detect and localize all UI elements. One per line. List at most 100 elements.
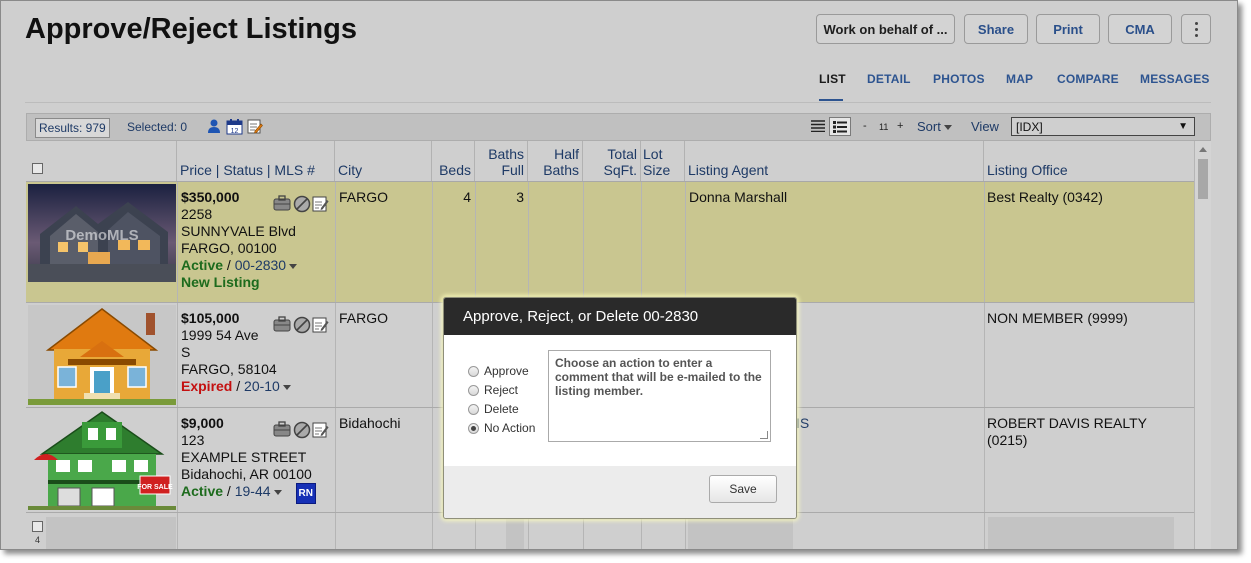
grid-view-button[interactable] bbox=[829, 117, 851, 136]
house-illustration-image bbox=[28, 305, 176, 405]
scroll-up-icon[interactable] bbox=[1199, 147, 1207, 152]
page-size-increase[interactable]: + bbox=[897, 120, 903, 132]
tab-messages[interactable]: MESSAGES bbox=[1140, 72, 1210, 86]
chevron-down-icon[interactable] bbox=[289, 263, 298, 269]
sort-label: Sort bbox=[917, 119, 941, 134]
lot-size-column-header[interactable]: Lot Size bbox=[641, 141, 685, 181]
reject-option[interactable]: Reject bbox=[468, 383, 518, 397]
select-column-header bbox=[26, 141, 177, 181]
approve-option[interactable]: Approve bbox=[468, 364, 529, 378]
user-icon[interactable] bbox=[207, 118, 221, 134]
row-number: 4 bbox=[35, 535, 41, 545]
tab-map[interactable]: MAP bbox=[1006, 72, 1033, 86]
dropdown-arrow-icon: ▼ bbox=[1178, 121, 1188, 132]
chevron-down-icon bbox=[943, 125, 952, 131]
approve-reject-dialog: Approve, Reject, or Delete 00-2830 Appro… bbox=[443, 297, 797, 519]
reject-circle-icon[interactable] bbox=[293, 195, 311, 213]
briefcase-icon[interactable] bbox=[273, 421, 291, 437]
edit-icon[interactable] bbox=[312, 422, 329, 438]
no-action-radio[interactable] bbox=[468, 422, 479, 434]
chevron-down-icon[interactable] bbox=[273, 489, 282, 495]
mls-number[interactable]: 20-10 bbox=[244, 378, 280, 394]
row-actions bbox=[273, 314, 333, 339]
page-title: Approve/Reject Listings bbox=[25, 13, 357, 45]
more-vertical-icon bbox=[1194, 21, 1198, 37]
listing-office-column-header[interactable]: Listing Office bbox=[984, 141, 1194, 181]
share-button[interactable]: Share bbox=[964, 14, 1028, 44]
listing-agent-cell[interactable]: IS bbox=[796, 415, 809, 431]
house-illustration-image: FOR SALE bbox=[28, 410, 176, 510]
photo-watermark: DemoMLS bbox=[65, 227, 138, 244]
baths-cell: 3 bbox=[516, 189, 524, 205]
cma-button[interactable]: CMA bbox=[1108, 14, 1172, 44]
row-actions bbox=[273, 419, 333, 444]
svg-text:12: 12 bbox=[231, 128, 239, 135]
price-column-header[interactable]: Price | Status | MLS # bbox=[177, 141, 335, 181]
app-window: Approve/Reject Listings Work on behalf o… bbox=[0, 0, 1238, 550]
city-cell: Bidahochi bbox=[339, 415, 401, 431]
view-select[interactable]: [IDX] ▼ bbox=[1011, 117, 1195, 136]
results-toolbar: Results: 979 Selected: 0 12 - 11 + Sort … bbox=[26, 113, 1211, 141]
beds-cell: 4 bbox=[463, 189, 471, 205]
save-button[interactable]: Save bbox=[709, 475, 777, 503]
list-view-icon[interactable] bbox=[811, 120, 825, 132]
resize-grip-icon[interactable] bbox=[760, 431, 768, 439]
table-row[interactable]: 1 DemoMLS $350,000 2258 SUNN bbox=[26, 182, 1194, 303]
active-tab-indicator bbox=[819, 99, 843, 101]
sort-dropdown[interactable]: Sort bbox=[917, 119, 952, 134]
print-button[interactable]: Print bbox=[1036, 14, 1100, 44]
tab-compare[interactable]: COMPARE bbox=[1057, 72, 1119, 86]
listing-office-cell: ROBERT DAVIS REALTY (0215) bbox=[987, 415, 1148, 448]
calendar-icon[interactable]: 12 bbox=[226, 118, 243, 135]
mls-number[interactable]: 00-2830 bbox=[235, 257, 286, 273]
city-cell: FARGO bbox=[339, 310, 389, 326]
reject-radio[interactable] bbox=[468, 384, 479, 396]
reject-circle-icon[interactable] bbox=[293, 421, 311, 439]
view-select-value: [IDX] bbox=[1016, 120, 1043, 134]
tab-list[interactable]: LIST bbox=[819, 72, 846, 86]
baths-full-column-header[interactable]: Baths Full bbox=[475, 141, 528, 181]
total-sqft-column-header[interactable]: Total SqFt. bbox=[583, 141, 641, 181]
approve-radio[interactable] bbox=[468, 365, 479, 377]
edit-icon[interactable] bbox=[312, 196, 329, 212]
view-label: View bbox=[971, 119, 999, 134]
listing-photo[interactable]: FOR SALE bbox=[28, 410, 176, 510]
nav-divider bbox=[25, 102, 1211, 103]
reject-circle-icon[interactable] bbox=[293, 316, 311, 334]
listing-office-cell: Best Realty (0342) bbox=[987, 189, 1103, 205]
results-count: Results: 979 bbox=[35, 118, 110, 138]
row-checkbox[interactable] bbox=[32, 521, 43, 532]
listing-photo[interactable] bbox=[28, 305, 176, 405]
for-sale-sign-text: FOR SALE bbox=[137, 484, 173, 491]
half-baths-column-header[interactable]: Half Baths bbox=[528, 141, 583, 181]
city-column-header[interactable]: City bbox=[335, 141, 432, 181]
no-action-option[interactable]: No Action bbox=[468, 421, 535, 435]
status-badge: Expired bbox=[181, 378, 233, 394]
listing-photo[interactable]: DemoMLS bbox=[28, 184, 176, 282]
listing-office-cell: NON MEMBER (9999) bbox=[987, 310, 1128, 326]
beds-column-header[interactable]: Beds bbox=[432, 141, 475, 181]
more-options-button[interactable] bbox=[1181, 14, 1211, 44]
edit-icon[interactable] bbox=[312, 317, 329, 333]
listing-agent-cell[interactable]: Donna Marshall bbox=[689, 189, 787, 205]
scroll-thumb[interactable] bbox=[1198, 159, 1208, 199]
vertical-scrollbar[interactable] bbox=[1194, 141, 1211, 549]
edit-notes-icon[interactable] bbox=[246, 118, 263, 135]
mls-number[interactable]: 19-44 bbox=[235, 483, 271, 499]
work-on-behalf-button[interactable]: Work on behalf of ... bbox=[816, 14, 955, 44]
chevron-down-icon[interactable] bbox=[282, 384, 291, 390]
page-size-decrease[interactable]: - bbox=[863, 120, 867, 132]
tab-detail[interactable]: DETAIL bbox=[867, 72, 911, 86]
rn-badge: RN bbox=[295, 483, 316, 504]
comment-textarea[interactable]: Choose an action to enter a comment that… bbox=[548, 350, 771, 442]
delete-option[interactable]: Delete bbox=[468, 402, 519, 416]
briefcase-icon[interactable] bbox=[273, 195, 291, 211]
tab-photos[interactable]: PHOTOS bbox=[933, 72, 985, 86]
delete-radio[interactable] bbox=[468, 403, 479, 415]
listing-agent-column-header[interactable]: Listing Agent bbox=[685, 141, 984, 181]
briefcase-icon[interactable] bbox=[273, 316, 291, 332]
row-actions bbox=[273, 193, 333, 218]
status-badge: Active bbox=[181, 257, 224, 273]
page-size-value: 11 bbox=[879, 122, 889, 132]
select-all-checkbox[interactable] bbox=[32, 163, 43, 174]
